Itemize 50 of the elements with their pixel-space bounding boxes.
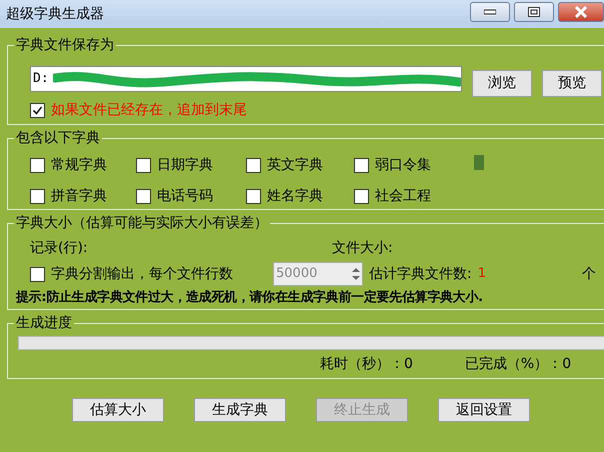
group-legend: 字典文件保存为 (14, 36, 116, 54)
button[interactable]: 预览 (542, 70, 602, 97)
indicator-icon (474, 155, 484, 170)
hint-text: 提示:防止生成字典文件过大，造成死机，请你在生成字典前一定要先估算字典大小. (16, 288, 484, 307)
estimate-value: 1 (478, 265, 486, 284)
group-legend: 字典大小（估算可能与实际大小有误差） (14, 214, 270, 232)
path-text: D: (33, 70, 49, 88)
checkbox-label: 姓名字典 (267, 187, 323, 206)
button[interactable]: 估算大小 (72, 398, 164, 422)
checkbox-label: 拼音字典 (51, 187, 107, 206)
records-label: 记录(行): (30, 238, 89, 258)
checkbox-label: 电话号码 (157, 187, 213, 206)
checkbox[interactable] (30, 189, 45, 204)
checkbox[interactable] (30, 103, 45, 118)
close-button[interactable] (558, 2, 604, 22)
checkbox-label: 如果文件已经存在，追加到末尾 (51, 101, 247, 120)
checkbox-label: 社会工程 (375, 187, 431, 206)
maximize-icon (528, 7, 540, 17)
window-title: 超级字典生成器 (6, 4, 104, 24)
checkbox[interactable] (246, 189, 261, 204)
checkbox[interactable] (136, 189, 151, 204)
checkbox-label: 英文字典 (267, 156, 323, 175)
close-icon (575, 6, 587, 18)
maximize-button[interactable] (514, 2, 554, 22)
checkbox-label: 弱口令集 (375, 156, 431, 175)
spin-arrows-icon (350, 265, 362, 283)
checkbox[interactable] (354, 158, 369, 173)
checkbox[interactable] (136, 158, 151, 173)
button[interactable]: 返回设置 (438, 398, 530, 422)
spinbox-value: 50000 (275, 265, 318, 284)
unit-label: 个 (582, 264, 596, 284)
path-field[interactable]: D: (30, 66, 462, 92)
checkbox-label: 日期字典 (157, 156, 213, 175)
button[interactable]: 生成字典 (194, 398, 286, 422)
group-legend: 生成进度 (14, 314, 74, 332)
minimize-button[interactable] (470, 2, 510, 22)
file-size-label: 文件大小: (332, 238, 393, 258)
group-legend: 包含以下字典 (14, 129, 102, 147)
checkbox[interactable] (30, 266, 45, 282)
elapsed-text: 耗时（秒）：0 (320, 355, 413, 374)
checkbox[interactable] (354, 189, 369, 204)
checkbox[interactable] (30, 158, 45, 173)
checkmark-icon (32, 105, 43, 116)
button[interactable]: 浏览 (472, 70, 532, 97)
checkbox-label: 字典分割输出，每个文件行数 (51, 264, 234, 284)
minimize-icon (484, 9, 496, 15)
estimate-label: 估计字典文件数: (369, 264, 472, 284)
checkbox[interactable] (246, 158, 261, 173)
done-text: 已完成（%）：0 (464, 355, 572, 374)
checkbox-label: 常规字典 (51, 156, 107, 175)
